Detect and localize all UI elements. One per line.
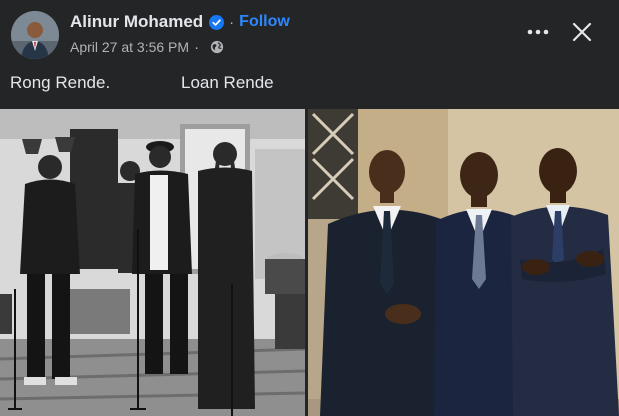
post-meta: April 27 at 3:56 PM · (70, 38, 224, 56)
verified-badge-icon (209, 14, 225, 30)
author-avatar[interactable] (11, 11, 59, 59)
timestamp-dot: · (194, 38, 200, 56)
post-caption: Rong Rende. Loan Rende (10, 73, 274, 93)
close-icon[interactable] (570, 20, 594, 44)
politicians-photo[interactable] (308, 109, 619, 416)
follow-button[interactable]: Follow (239, 13, 290, 31)
photo-grid (0, 109, 619, 416)
author-name[interactable]: Alinur Mohamed (70, 12, 203, 32)
globe-icon[interactable] (210, 40, 224, 54)
post-header: Alinur Mohamed · Follow April 27 at 3:56… (0, 0, 619, 66)
separator-dot: · (229, 13, 235, 31)
post-timestamp[interactable]: April 27 at 3:56 PM (70, 39, 189, 55)
caption-text-1: Rong Rende. (10, 73, 111, 92)
caption-text-2: Loan Rende (181, 73, 274, 92)
band-photo[interactable] (0, 109, 305, 416)
more-options-icon[interactable] (524, 20, 552, 44)
author-name-row: Alinur Mohamed · Follow (70, 11, 290, 33)
